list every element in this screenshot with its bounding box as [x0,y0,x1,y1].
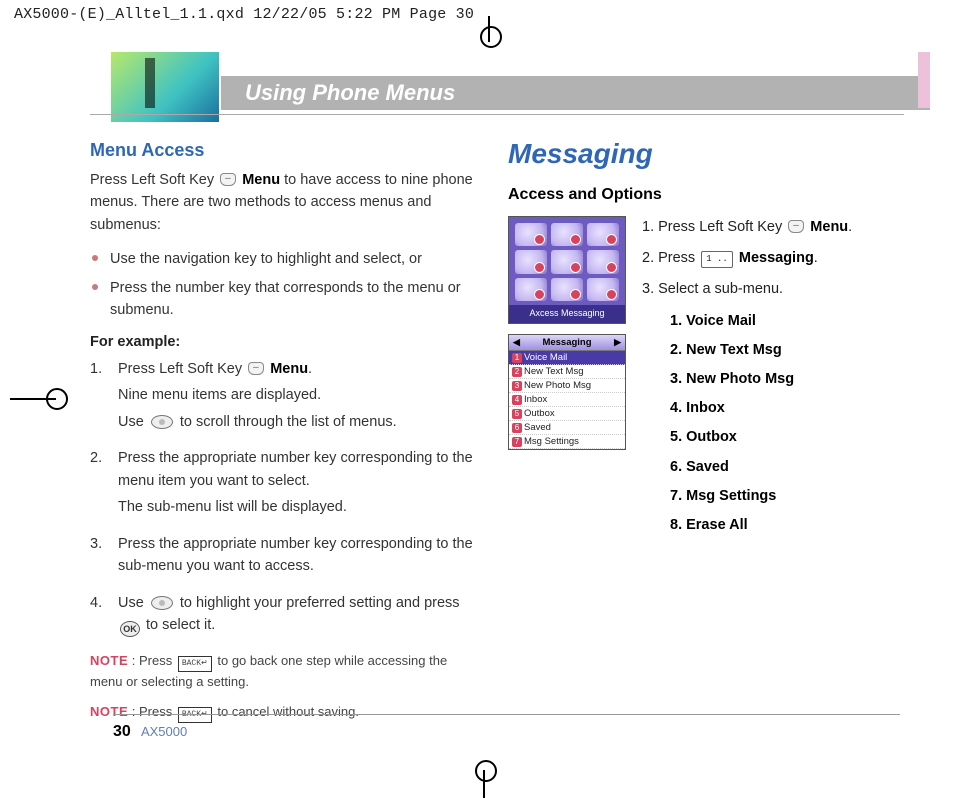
crop-mark-bottom [469,760,499,800]
rstep2-a: 2. Press [642,250,699,266]
rstep2-label: Messaging [739,250,814,266]
access-options-heading: Access and Options [508,186,902,204]
phone-messaging-list-screenshot: ◀ Messaging ▶ 1Voice Mail 2New Text Msg … [508,334,626,450]
nav-key-icon [151,596,173,610]
shot1-label: Axcess Messaging [509,305,625,323]
banner-photo [111,52,219,122]
step-2: Press the appropriate number key corresp… [90,447,480,518]
crop-header-text: AX5000-(E)_Alltel_1.1.qxd 12/22/05 5:22 … [14,6,474,23]
shot2-title: Messaging [542,337,591,348]
soft-key-icon [788,220,804,233]
shot2-item: Inbox [524,394,547,405]
step4-c: to select it. [146,617,215,633]
phone-screenshots: Axcess Messaging ◀ Messaging ▶ 1Voice Ma… [508,216,628,543]
rstep2-b: . [814,250,818,266]
rstep1-a: 1. Press Left Soft Key [642,219,786,235]
crop-mark-top [474,20,504,50]
note-label: NOTE [90,653,128,668]
step4-a: Use [118,595,148,611]
note-1: NOTE : Press BACK↵ to go back one step w… [90,651,480,692]
right-column: Messaging Access and Options Axcess Mess… [502,140,902,733]
shot2-item: New Text Msg [524,366,583,377]
soft-key-icon [248,362,264,375]
right-arrow-icon: ▶ [614,337,621,348]
shot2-item: Outbox [524,408,555,419]
banner-rule [90,114,904,115]
submenu-item: 8. Erase All [670,514,852,537]
intro-paragraph: Press Left Soft Key Menu to have access … [90,169,480,236]
intro-menu-label: Menu [242,172,280,188]
page-footer: 30 AX5000 [113,714,900,741]
submenu-item: 7. Msg Settings [670,485,852,508]
step1-a: Press Left Soft Key [118,361,246,377]
step1-d-a: Use [118,414,148,430]
step1-d: Use to scroll through the list of menus. [118,411,480,433]
right-step-2: 2. Press 1 .. Messaging. [642,247,852,270]
step2-a: Press the appropriate number key corresp… [118,450,473,488]
submenu-item: 4. Inbox [670,397,852,420]
shot2-item: Voice Mail [524,352,567,363]
page-number: 30 [113,723,131,740]
submenu-item: 6. Saved [670,456,852,479]
page-content: Using Phone Menus Menu Access Press Left… [90,48,930,733]
back-key-icon: BACK↵ [178,656,212,672]
shot2-item: New Photo Msg [524,380,591,391]
banner-bar: Using Phone Menus [221,76,930,110]
submenu-list: 1. Voice Mail 2. New Text Msg 3. New Pho… [670,310,852,538]
phone-menu-grid-screenshot: Axcess Messaging [508,216,626,324]
messaging-heading: Messaging [508,138,902,170]
menu-access-heading: Menu Access [90,140,480,161]
note1-a: : Press [132,653,176,668]
shot2-item: Msg Settings [524,436,579,447]
step-4: Use to highlight your preferred setting … [90,592,480,637]
crop-mark-left-circle [46,388,68,410]
step-1: Press Left Soft Key Menu. Nine menu item… [90,358,480,433]
right-steps: 1. Press Left Soft Key Menu. 2. Press 1 … [642,216,852,543]
section-banner: Using Phone Menus [90,48,930,120]
step4-b: to highlight your preferred setting and … [180,595,460,611]
banner-title: Using Phone Menus [245,80,455,106]
bullet-1: Use the navigation key to highlight and … [90,248,480,270]
left-column: Menu Access Press Left Soft Key Menu to … [90,140,480,733]
model-label: AX5000 [141,724,187,739]
submenu-item: 2. New Text Msg [670,339,852,362]
bullet-list: Use the navigation key to highlight and … [90,248,480,321]
soft-key-icon [220,173,236,186]
right-step-1: 1. Press Left Soft Key Menu. [642,216,852,239]
left-arrow-icon: ◀ [513,337,520,348]
step-3: Press the appropriate number key corresp… [90,533,480,578]
rstep1-b: . [848,219,852,235]
step1-menu: Menu [270,361,308,377]
step1-b: . [308,361,312,377]
number-key-icon: 1 .. [701,251,733,267]
rstep1-menu: Menu [810,219,848,235]
step1-c: Nine menu items are displayed. [118,384,480,406]
nav-key-icon [151,415,173,429]
example-steps: Press Left Soft Key Menu. Nine menu item… [90,358,480,637]
intro-a: Press Left Soft Key [90,172,218,188]
submenu-item: 5. Outbox [670,426,852,449]
step2-b: The sub-menu list will be displayed. [118,496,480,518]
submenu-item: 1. Voice Mail [670,310,852,333]
bullet-2: Press the number key that corresponds to… [90,277,480,322]
for-example-label: For example: [90,334,480,350]
step1-d-b: to scroll through the list of menus. [180,414,397,430]
right-step-3: 3. Select a sub-menu. [642,278,852,301]
ok-icon: OK [120,621,140,637]
submenu-item: 3. New Photo Msg [670,368,852,391]
shot2-item: Saved [524,422,551,433]
banner-accent [918,52,930,108]
